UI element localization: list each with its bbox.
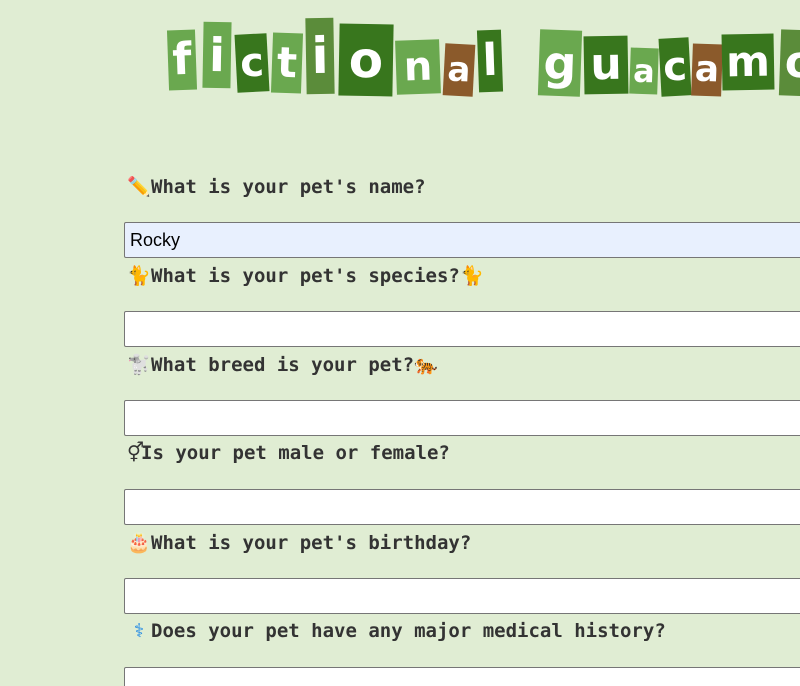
pet-name-question: ✏️ What is your pet's name? (127, 175, 426, 199)
logo-letter: i (305, 17, 335, 95)
pet-sex-label: Is your pet male or female? (141, 442, 450, 464)
pet-medical-history-question: ⚕ Does your pet have any major medical h… (127, 620, 666, 642)
logo-letter: t (270, 32, 304, 94)
logo-letter: g (537, 29, 583, 97)
pet-species-question: 🐈 What is your pet's species? 🐈 (127, 264, 484, 288)
pet-sex-question: ⚥ Is your pet male or female? (127, 442, 450, 464)
logo-letter: l (476, 29, 504, 93)
pencil-icon: ✏️ (127, 176, 151, 198)
logo-letter: a (442, 43, 476, 97)
pet-name-label: What is your pet's name? (151, 175, 426, 198)
pet-sex-input[interactable] (124, 489, 800, 525)
cat-icon: 🐈 (127, 265, 151, 287)
logo-letter: o (338, 23, 394, 97)
cat-icon: 🐈 (460, 265, 484, 287)
logo-letter: c (234, 33, 270, 93)
logo-letter: o (778, 29, 800, 97)
pet-birthday-label: What is your pet's birthday? (151, 531, 472, 554)
pet-species-input[interactable] (124, 311, 800, 347)
logo-letter: a (629, 47, 659, 95)
gender-icon: ⚥ (127, 442, 145, 464)
pet-breed-question: 🐩 What breed is your pet? 🐅 (127, 353, 438, 377)
medical-icon: ⚕ (133, 620, 145, 642)
logo-letter: n (395, 39, 441, 95)
tiger-icon: 🐅 (414, 354, 438, 376)
pet-birthday-input[interactable] (124, 578, 800, 614)
birthday-cake-icon: 🎂 (127, 532, 151, 554)
logo-letter: u (583, 35, 629, 95)
pet-medical-history-input[interactable] (124, 667, 800, 686)
logo-letter: a (691, 43, 723, 97)
pet-breed-label: What breed is your pet? (151, 353, 415, 376)
pet-medical-history-label: Does your pet have any major medical his… (151, 620, 666, 642)
pet-name-input[interactable] (124, 222, 800, 258)
logo-letter: f (166, 29, 198, 91)
pet-species-label: What is your pet's species? (151, 264, 460, 287)
site-logo[interactable]: f i c t i o n a l g u a c a m o (0, 0, 800, 110)
pet-breed-input[interactable] (124, 400, 800, 436)
pet-birthday-question: 🎂 What is your pet's birthday? (127, 531, 472, 555)
logo-letter: i (202, 21, 232, 89)
dog-icon: 🐩 (127, 354, 151, 376)
logo-letter: c (658, 37, 692, 97)
logo-letter: m (721, 33, 775, 91)
